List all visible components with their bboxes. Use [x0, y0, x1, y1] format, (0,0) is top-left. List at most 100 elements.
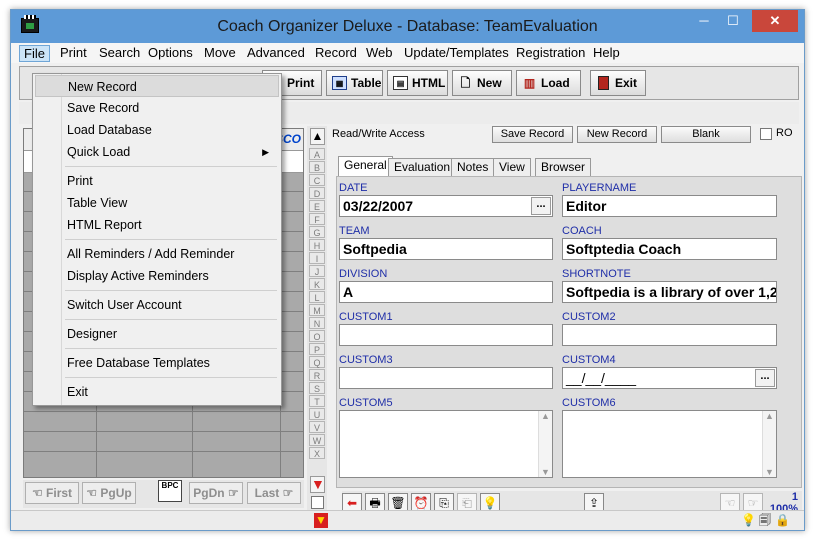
documents-icon[interactable]: 🗐: [758, 513, 772, 528]
custom1-field[interactable]: [339, 324, 553, 346]
letter-q[interactable]: Q: [309, 356, 325, 368]
letter-u[interactable]: U: [309, 408, 325, 420]
tab-view[interactable]: View: [493, 158, 531, 176]
last-button[interactable]: Last ☞: [247, 482, 301, 504]
menu-item-load-database[interactable]: Load Database: [35, 119, 279, 141]
scroll-up-icon[interactable]: ▲: [310, 128, 325, 145]
menu-record[interactable]: Record: [311, 45, 361, 62]
coach-field[interactable]: Softptedia Coach: [562, 238, 777, 260]
menu-help[interactable]: Help: [589, 45, 624, 62]
menu-item-save-record[interactable]: Save Record: [35, 97, 279, 119]
custom2-field[interactable]: [562, 324, 777, 346]
letter-p[interactable]: P: [309, 343, 325, 355]
menu-item-display-active-reminders[interactable]: Display Active Reminders: [35, 265, 279, 287]
letter-l[interactable]: L: [309, 291, 325, 303]
scroll-down-icon[interactable]: ▼: [310, 476, 325, 493]
menu-web[interactable]: Web: [362, 45, 397, 62]
scroll-down-icon[interactable]: ▼: [763, 467, 776, 477]
menu-advanced[interactable]: Advanced: [243, 45, 309, 62]
letter-n[interactable]: N: [309, 317, 325, 329]
custom4-field[interactable]: __/__/____ ...: [562, 367, 777, 389]
letter-c[interactable]: C: [309, 174, 325, 186]
shortnote-field[interactable]: Softpedia is a library of over 1,20: [562, 281, 777, 303]
exit-button[interactable]: Exit: [590, 70, 646, 96]
ro-checkbox[interactable]: [760, 128, 772, 140]
menu-file[interactable]: File: [19, 45, 50, 62]
title-bar[interactable]: Coach Organizer Deluxe - Database: TeamE…: [11, 10, 804, 43]
letter-f[interactable]: F: [309, 213, 325, 225]
letter-t[interactable]: T: [309, 395, 325, 407]
letter-g[interactable]: G: [309, 226, 325, 238]
menu-item-new-record[interactable]: New Record: [35, 75, 279, 97]
custom5-scrollbar[interactable]: ▲ ▼: [538, 411, 552, 477]
menu-print[interactable]: Print: [56, 45, 91, 62]
letter-w[interactable]: W: [309, 434, 325, 446]
letter-i[interactable]: I: [309, 252, 325, 264]
letter-h[interactable]: H: [309, 239, 325, 251]
menu-item-html-report[interactable]: HTML Report: [35, 214, 279, 236]
html-button[interactable]: ▤ HTML: [387, 70, 448, 96]
custom6-memo[interactable]: ▲ ▼: [562, 410, 777, 478]
load-button[interactable]: ▥ Load: [516, 70, 581, 96]
blank-button[interactable]: Blank: [661, 126, 751, 143]
menu-separator: [65, 348, 277, 349]
letter-m[interactable]: M: [309, 304, 325, 316]
new-button[interactable]: 🗋 New: [452, 70, 512, 96]
menu-item-designer[interactable]: Designer: [35, 323, 279, 345]
team-field[interactable]: Softpedia: [339, 238, 553, 260]
date-picker-button[interactable]: ...: [531, 197, 551, 215]
menu-options[interactable]: Options: [144, 45, 197, 62]
letter-b[interactable]: B: [309, 161, 325, 173]
tab-general[interactable]: General: [338, 156, 393, 177]
maximize-button[interactable]: ☐: [719, 10, 747, 32]
tab-browser[interactable]: Browser: [535, 158, 592, 176]
letter-k[interactable]: K: [309, 278, 325, 290]
division-field[interactable]: A: [339, 281, 553, 303]
menu-item-switch-user[interactable]: Switch User Account: [35, 294, 279, 316]
letter-o[interactable]: O: [309, 330, 325, 342]
playername-field[interactable]: Editor: [562, 195, 777, 217]
save-record-button[interactable]: Save Record: [492, 126, 573, 143]
menu-update-templates[interactable]: Update/Templates: [400, 45, 513, 62]
close-button[interactable]: ✕: [752, 10, 798, 32]
letter-s[interactable]: S: [309, 382, 325, 394]
date-field[interactable]: 03/22/2007 ...: [339, 195, 553, 217]
lock-icon[interactable]: 🔒: [775, 513, 790, 528]
letter-a[interactable]: A: [309, 148, 325, 160]
new-record-button[interactable]: New Record: [577, 126, 657, 143]
letter-j[interactable]: J: [309, 265, 325, 277]
custom6-scrollbar[interactable]: ▲ ▼: [762, 411, 776, 477]
custom5-memo[interactable]: ▲ ▼: [339, 410, 553, 478]
pgup-button[interactable]: ☜ PgUp: [82, 482, 136, 504]
letter-e[interactable]: E: [309, 200, 325, 212]
letter-r[interactable]: R: [309, 369, 325, 381]
menu-item-quick-load[interactable]: Quick Load ▶: [35, 141, 279, 163]
hand-right-icon: ☞: [279, 486, 294, 500]
tab-notes[interactable]: Notes: [451, 158, 495, 176]
tab-evaluation[interactable]: Evaluation: [388, 158, 457, 176]
menu-item-all-reminders[interactable]: All Reminders / Add Reminder: [35, 243, 279, 265]
pgdn-button[interactable]: PgDn ☞: [189, 482, 243, 504]
custom3-field[interactable]: [339, 367, 553, 389]
letter-filter-checkbox[interactable]: [311, 496, 324, 509]
scroll-up-icon[interactable]: ▲: [539, 411, 552, 421]
letter-d[interactable]: D: [309, 187, 325, 199]
minimize-button[interactable]: ─: [690, 10, 718, 32]
menu-search[interactable]: Search: [95, 45, 144, 62]
table-button[interactable]: ▦ Table: [326, 70, 383, 96]
first-button[interactable]: ☜ First: [25, 482, 79, 504]
down-arrow-icon[interactable]: ▼: [314, 513, 328, 528]
scroll-down-icon[interactable]: ▼: [539, 467, 552, 477]
bpc-icon[interactable]: BPC: [158, 480, 182, 502]
letter-x[interactable]: X: [309, 447, 325, 459]
menu-item-free-templates[interactable]: Free Database Templates: [35, 352, 279, 374]
menu-item-print[interactable]: Print: [35, 170, 279, 192]
scroll-up-icon[interactable]: ▲: [763, 411, 776, 421]
menu-item-exit[interactable]: Exit: [35, 381, 279, 403]
menu-registration[interactable]: Registration: [512, 45, 589, 62]
menu-item-table-view[interactable]: Table View: [35, 192, 279, 214]
letter-v[interactable]: V: [309, 421, 325, 433]
menu-move[interactable]: Move: [200, 45, 240, 62]
lightbulb-icon[interactable]: 💡: [741, 513, 756, 528]
custom4-picker-button[interactable]: ...: [755, 369, 775, 387]
